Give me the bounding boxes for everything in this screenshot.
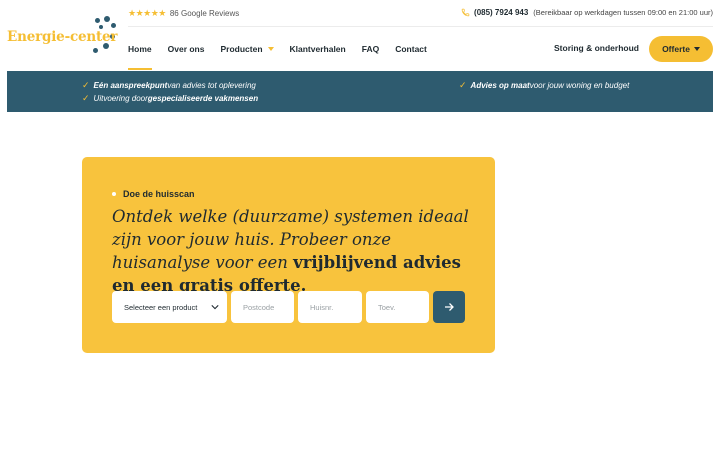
huisscan-headline: Ontdek welke (duurzame) systemen ideaal … — [112, 207, 469, 295]
offerte-button[interactable]: Offerte — [649, 36, 713, 62]
caret-down-icon — [267, 47, 274, 51]
nav-item-home[interactable]: Home — [128, 43, 152, 70]
nav-item-contact[interactable]: Contact — [395, 43, 427, 55]
check-icon: ✓ — [82, 93, 90, 103]
header-divider — [128, 26, 713, 27]
chevron-down-icon — [211, 305, 219, 310]
check-icon: ✓ — [459, 80, 467, 90]
product-select[interactable]: Selecteer een product — [112, 291, 227, 323]
arrow-right-icon — [445, 303, 454, 311]
caret-down-icon — [693, 47, 700, 51]
postcode-input[interactable]: Postcode — [231, 291, 294, 323]
usp-item: ✓ Uitvoering door gespecialiseerde vakme… — [82, 93, 259, 103]
usp-band: ✓ Eén aanspreekpunt van advies tot oplev… — [7, 71, 713, 112]
nav-item-faq[interactable]: FAQ — [362, 43, 379, 55]
toevoeging-input[interactable]: Toev. — [366, 291, 429, 323]
phone-hours: (Bereikbaar op werkdagen tussen 09:00 en… — [533, 8, 713, 17]
main-nav: Home Over ons Producten Klantverhalen FA… — [128, 43, 443, 70]
nav-item-producten[interactable]: Producten — [220, 43, 274, 55]
storing-onderhoud-link[interactable]: Storing & onderhoud — [554, 43, 639, 53]
check-icon: ✓ — [82, 80, 90, 90]
logo[interactable]: Energie-center — [7, 16, 118, 56]
usp-item: ✓ Eén aanspreekpunt van advies tot oplev… — [82, 80, 256, 90]
star-rating-icon: ★★★★★ — [128, 8, 166, 18]
huisnummer-input[interactable]: Huisnr. — [298, 291, 362, 323]
huisscan-eyebrow: Doe de huisscan — [112, 189, 195, 199]
phone-icon — [461, 8, 470, 17]
nav-item-klantverhalen[interactable]: Klantverhalen — [290, 43, 346, 55]
phone-info: (085) 7924 943 (Bereikbaar op werkdagen … — [461, 8, 713, 17]
bullet-icon — [112, 192, 116, 196]
usp-item: ✓ Advies op maat voor jouw woning en bud… — [459, 80, 630, 90]
reviews-label: 86 Google Reviews — [169, 9, 240, 18]
huisscan-card: Doe de huisscan Ontdek welke (duurzame) … — [82, 157, 495, 353]
logo-text: Energie-center — [7, 29, 118, 45]
nav-item-over-ons[interactable]: Over ons — [168, 43, 205, 55]
google-reviews[interactable]: ★★★★★ 86 Google Reviews — [128, 8, 239, 19]
submit-scan-button[interactable] — [433, 291, 465, 323]
phone-number[interactable]: (085) 7924 943 — [474, 8, 528, 17]
